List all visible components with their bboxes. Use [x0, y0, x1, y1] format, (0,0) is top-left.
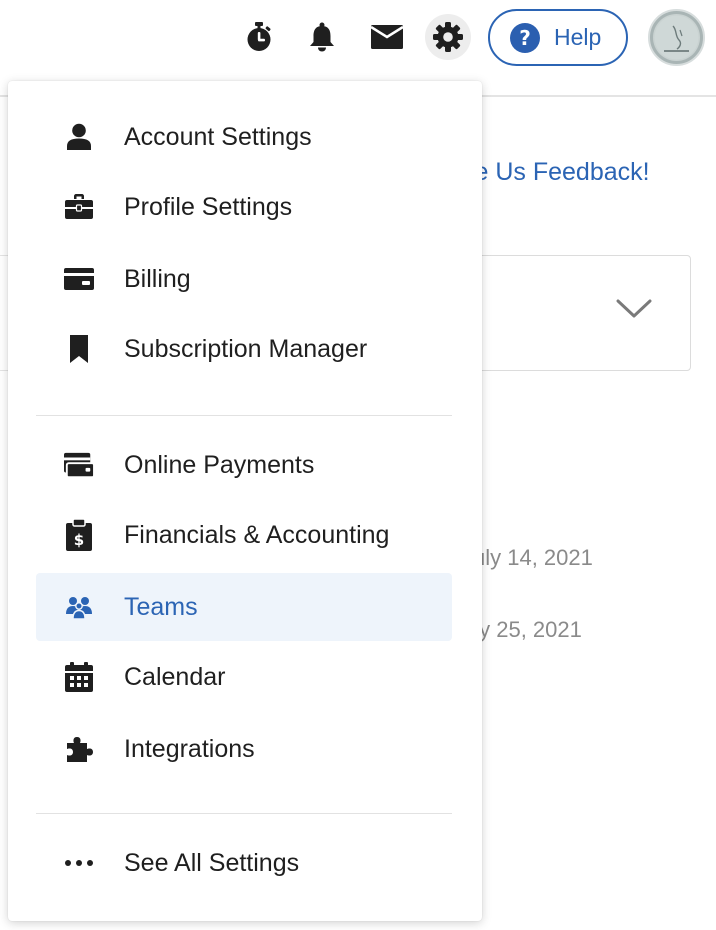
avatar[interactable] — [648, 9, 705, 66]
ellipsis-icon — [64, 848, 94, 878]
bookmark-icon — [64, 334, 94, 364]
menu-item-label: Integrations — [124, 734, 255, 763]
menu-separator — [36, 415, 452, 416]
background-dropdown-card[interactable] — [470, 255, 691, 371]
menu-separator — [36, 813, 452, 814]
help-label: Help — [554, 24, 602, 50]
menu-item-calendar[interactable]: Calendar — [36, 643, 452, 711]
top-bar: ? Help — [0, 0, 716, 82]
menu-item-label: Profile Settings — [124, 192, 293, 221]
bell-icon[interactable] — [299, 14, 345, 60]
credit-card-icon — [64, 264, 94, 294]
svg-text:$: $ — [74, 531, 84, 549]
menu-item-teams[interactable]: Teams — [36, 573, 452, 641]
menu-item-label: See All Settings — [124, 848, 300, 877]
menu-item-label: Billing — [124, 264, 191, 293]
menu-item-label: Teams — [124, 592, 198, 621]
gear-icon[interactable] — [425, 14, 471, 60]
menu-item-financials-accounting[interactable]: $ Financials & Accounting — [36, 501, 452, 569]
chevron-down-icon[interactable] — [616, 298, 652, 325]
stopwatch-icon[interactable] — [236, 14, 282, 60]
avatar-logo-icon — [653, 14, 700, 61]
help-button[interactable]: ? Help — [488, 9, 628, 66]
clipboard-dollar-icon: $ — [64, 519, 94, 551]
menu-item-label: Financials & Accounting — [124, 520, 390, 549]
menu-item-account-settings[interactable]: Account Settings — [36, 103, 452, 171]
feedback-link[interactable]: ve Us Feedback! — [462, 158, 650, 187]
wallet-icon — [64, 450, 94, 480]
calendar-icon — [64, 662, 94, 692]
menu-item-subscription-manager[interactable]: Subscription Manager — [36, 315, 452, 383]
menu-item-see-all-settings[interactable]: See All Settings — [36, 829, 452, 897]
menu-item-profile-settings[interactable]: Profile Settings — [36, 173, 452, 241]
briefcase-icon — [64, 192, 94, 222]
mail-icon[interactable] — [364, 14, 410, 60]
background-panel-edge — [0, 255, 8, 371]
menu-item-label: Calendar — [124, 662, 226, 691]
menu-item-online-payments[interactable]: Online Payments — [36, 431, 452, 499]
settings-dropdown-menu: Account Settings Profile Settings Billin… — [8, 81, 482, 921]
menu-item-billing[interactable]: Billing — [36, 245, 452, 313]
person-icon — [64, 122, 94, 152]
settings-page: ? Help ve Us Feedback! July 14, 2021 lay… — [0, 0, 716, 930]
puzzle-icon — [64, 734, 94, 764]
menu-item-label: Online Payments — [124, 450, 315, 479]
menu-item-label: Subscription Manager — [124, 334, 368, 363]
team-icon — [64, 592, 94, 622]
question-icon: ? — [510, 22, 540, 53]
menu-item-integrations[interactable]: Integrations — [36, 715, 452, 783]
menu-item-label: Account Settings — [124, 122, 312, 151]
